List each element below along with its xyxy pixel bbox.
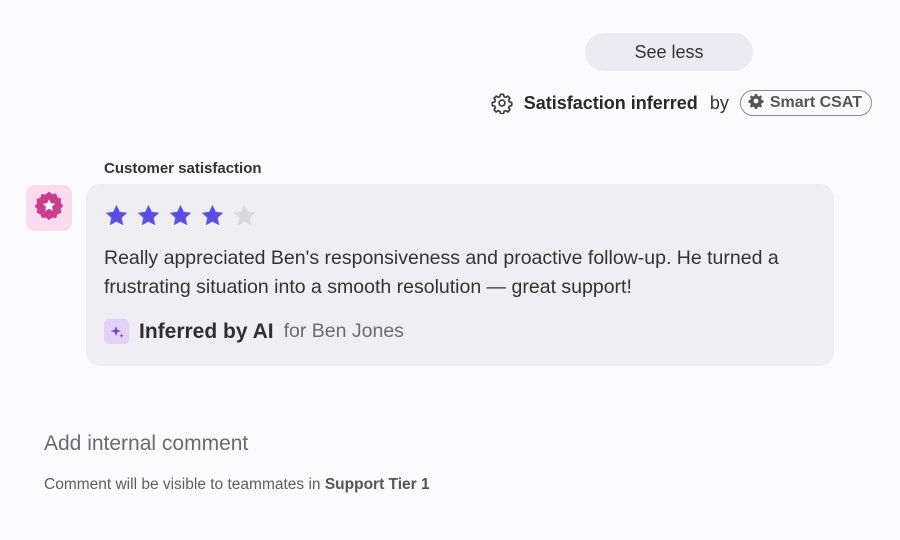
smart-csat-badge[interactable]: Smart CSAT <box>739 90 872 116</box>
star-badge-icon <box>33 190 65 227</box>
conversation-panel: See less Satisfaction inferred by Smart … <box>0 0 900 540</box>
by-text: by <box>709 92 729 113</box>
see-less-button[interactable]: See less <box>585 33 753 71</box>
inferred-by-ai-label: Inferred by AI <box>139 319 274 343</box>
gear-icon <box>491 92 513 115</box>
team-name: Support Tier 1 <box>324 476 430 493</box>
customer-satisfaction-label: Customer satisfaction <box>104 160 262 177</box>
star-rating <box>104 203 257 233</box>
agent-name-text: for Ben Jones <box>283 320 404 342</box>
avatar <box>26 185 72 231</box>
sparkle-icon <box>104 319 129 344</box>
star-filled-icon <box>136 203 161 233</box>
visibility-prefix: Comment will be visible to teammates in <box>44 476 321 493</box>
satisfaction-title: Satisfaction inferred <box>523 92 698 113</box>
internal-comment-input[interactable] <box>44 428 844 460</box>
feedback-comment: Really appreciated Ben's responsiveness … <box>104 247 779 298</box>
star-filled-icon <box>104 203 129 233</box>
satisfaction-inferred-row: Satisfaction inferred by Smart CSAT <box>491 89 872 117</box>
gear-solid-icon <box>748 93 764 114</box>
smart-csat-label: Smart CSAT <box>769 94 862 111</box>
star-filled-icon <box>168 203 193 233</box>
comment-visibility-note: Comment will be visible to teammates in … <box>44 476 430 494</box>
inferred-by-ai-row: Inferred by AI for Ben Jones <box>104 319 404 344</box>
star-filled-icon <box>200 203 225 233</box>
star-empty-icon <box>232 203 257 233</box>
feedback-card: Really appreciated Ben's responsiveness … <box>86 184 834 366</box>
